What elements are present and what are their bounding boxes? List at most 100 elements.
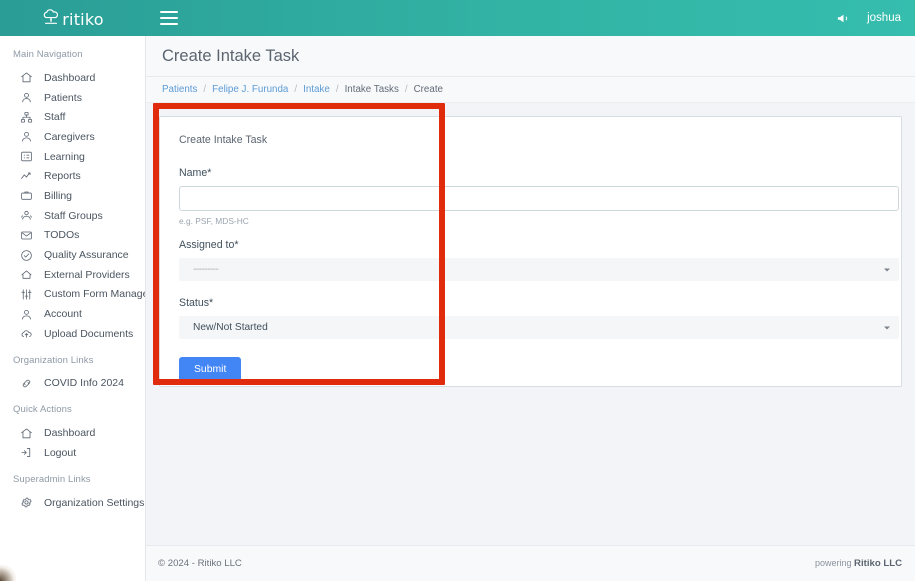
user-outline-icon	[20, 308, 33, 321]
sidebar-item-reports[interactable]: Reports	[0, 166, 145, 186]
sidebar-item-label: Logout	[44, 447, 76, 459]
breadcrumb-separator: /	[405, 84, 408, 95]
sidebar-section-superadmin-links: Superadmin Links Organization Settings	[0, 474, 145, 513]
briefcase-icon	[20, 189, 33, 202]
sidebar-section-quick-actions: Quick Actions Dashboard Logout	[0, 404, 145, 462]
page-footer: © 2024 - Ritiko LLC powering Ritiko LLC	[146, 545, 915, 581]
assigned-to-select-wrapper: ---------	[179, 258, 899, 281]
gear-icon	[20, 496, 33, 509]
sidebar-item-label: Dashboard	[44, 427, 95, 439]
footer-powering: powering Ritiko LLC	[815, 558, 902, 569]
sidebar-item-label: Dashboard	[44, 72, 95, 84]
home-icon	[20, 71, 33, 84]
sidebar-item-logout[interactable]: Logout	[0, 443, 145, 463]
sidebar-item-label: Quality Assurance	[44, 249, 129, 261]
submit-button[interactable]: Submit	[179, 357, 241, 383]
name-field-label: Name*	[179, 167, 884, 179]
hamburger-menu-icon[interactable]	[160, 11, 178, 25]
page-header: Create Intake Task	[146, 36, 915, 77]
sidebar-section-title: Organization Links	[0, 355, 145, 366]
sidebar-section-organization-links: Organization Links COVID Info 2024	[0, 355, 145, 394]
org-hierarchy-icon	[20, 111, 33, 124]
sidebar-item-learning[interactable]: Learning	[0, 147, 145, 167]
sidebar-section-title: Main Navigation	[0, 49, 145, 60]
breadcrumb-item-create: Create	[414, 84, 443, 95]
breadcrumb-separator: /	[294, 84, 297, 95]
cloud-logo-icon	[41, 8, 61, 28]
patient-user-icon	[20, 91, 33, 104]
check-circle-icon	[20, 249, 33, 262]
card-title: Create Intake Task	[179, 134, 884, 146]
sidebar-item-covid-info-2024[interactable]: COVID Info 2024	[0, 374, 145, 394]
breadcrumb-item-patient-name[interactable]: Felipe J. Furunda	[212, 84, 288, 95]
sidebar-item-staff-groups[interactable]: Staff Groups	[0, 206, 145, 226]
sidebar-navigation: Main Navigation Dashboard Patients Staff…	[0, 36, 145, 581]
cloud-upload-icon	[20, 327, 33, 340]
users-group-icon	[20, 209, 33, 222]
sidebar-item-organization-settings[interactable]: Organization Settings	[0, 493, 145, 513]
brand-name: ritiko	[62, 10, 103, 29]
sidebar-item-dashboard[interactable]: Dashboard	[0, 68, 145, 88]
breadcrumb-item-patients[interactable]: Patients	[162, 84, 197, 95]
sidebar-item-label: TODOs	[44, 229, 79, 241]
brand-logo-link[interactable]: ritiko	[41, 8, 103, 28]
assigned-to-select[interactable]: ---------	[179, 258, 899, 281]
line-chart-icon	[20, 170, 33, 183]
create-intake-task-card: Create Intake Task Name* e.g. PSF, MDS-H…	[159, 116, 902, 387]
sidebar-item-todos[interactable]: TODOs	[0, 226, 145, 246]
sidebar-section-title: Quick Actions	[0, 404, 145, 415]
megaphone-icon[interactable]	[836, 11, 851, 26]
grid-board-icon	[20, 150, 33, 163]
sidebar-section-title: Superadmin Links	[0, 474, 145, 485]
sidebar-item-custom-form-manager[interactable]: Custom Form Manager	[0, 285, 145, 305]
content-area: Create Intake Task Name* e.g. PSF, MDS-H…	[146, 103, 915, 581]
sidebar-item-label: Staff Groups	[44, 210, 103, 222]
sidebar-item-label: Staff	[44, 111, 65, 123]
main-content-area: Create Intake Task Patients / Felipe J. …	[145, 36, 915, 581]
sidebar-item-staff[interactable]: Staff	[0, 107, 145, 127]
breadcrumb: Patients / Felipe J. Furunda / Intake / …	[146, 77, 915, 103]
application-window: ritiko joshua Main Navigation Dashboard	[0, 0, 915, 581]
sliders-icon	[20, 288, 33, 301]
logout-icon	[20, 446, 33, 459]
sidebar-item-upload-documents[interactable]: Upload Documents	[0, 324, 145, 344]
status-select[interactable]: New/Not Started	[179, 316, 899, 339]
name-help-text: e.g. PSF, MDS-HC	[179, 216, 884, 226]
page-title: Create Intake Task	[162, 47, 299, 66]
sidebar-item-label: Patients	[44, 92, 82, 104]
sidebar-item-caregivers[interactable]: Caregivers	[0, 127, 145, 147]
envelope-icon	[20, 229, 33, 242]
sidebar-item-quick-dashboard[interactable]: Dashboard	[0, 423, 145, 443]
sidebar-item-billing[interactable]: Billing	[0, 186, 145, 206]
sidebar-section-main-navigation: Main Navigation Dashboard Patients Staff…	[0, 49, 145, 344]
sidebar-item-label: Billing	[44, 190, 72, 202]
sidebar-item-label: Caregivers	[44, 131, 95, 143]
topbar-actions: joshua	[836, 11, 915, 26]
user-menu[interactable]: joshua	[867, 12, 901, 24]
sidebar-item-patients[interactable]: Patients	[0, 88, 145, 108]
status-select-wrapper: New/Not Started	[179, 316, 899, 339]
footer-powering-prefix: powering	[815, 558, 854, 568]
breadcrumb-separator: /	[203, 84, 206, 95]
sidebar-item-label: Reports	[44, 170, 81, 182]
sidebar-item-label: COVID Info 2024	[44, 377, 124, 389]
user-outline-icon	[20, 130, 33, 143]
link-chain-icon	[20, 377, 33, 390]
top-navigation-bar: ritiko joshua	[0, 0, 915, 36]
sidebar-item-external-providers[interactable]: External Providers	[0, 265, 145, 285]
breadcrumb-item-intake-tasks: Intake Tasks	[345, 84, 399, 95]
clinic-building-icon	[20, 268, 33, 281]
status-field-label: Status*	[179, 297, 884, 309]
footer-copyright: © 2024 - Ritiko LLC	[158, 558, 242, 569]
name-input[interactable]	[179, 186, 899, 211]
sidebar-item-label: External Providers	[44, 269, 130, 281]
sidebar-item-label: Learning	[44, 151, 85, 163]
breadcrumb-separator: /	[336, 84, 339, 95]
footer-powering-brand: Ritiko LLC	[854, 558, 902, 569]
sidebar-item-quality-assurance[interactable]: Quality Assurance	[0, 245, 145, 265]
sidebar-item-label: Organization Settings	[44, 497, 144, 509]
assigned-to-field-label: Assigned to*	[179, 239, 884, 251]
breadcrumb-item-intake[interactable]: Intake	[303, 84, 330, 95]
brand-area: ritiko	[0, 0, 145, 36]
sidebar-item-account[interactable]: Account	[0, 304, 145, 324]
